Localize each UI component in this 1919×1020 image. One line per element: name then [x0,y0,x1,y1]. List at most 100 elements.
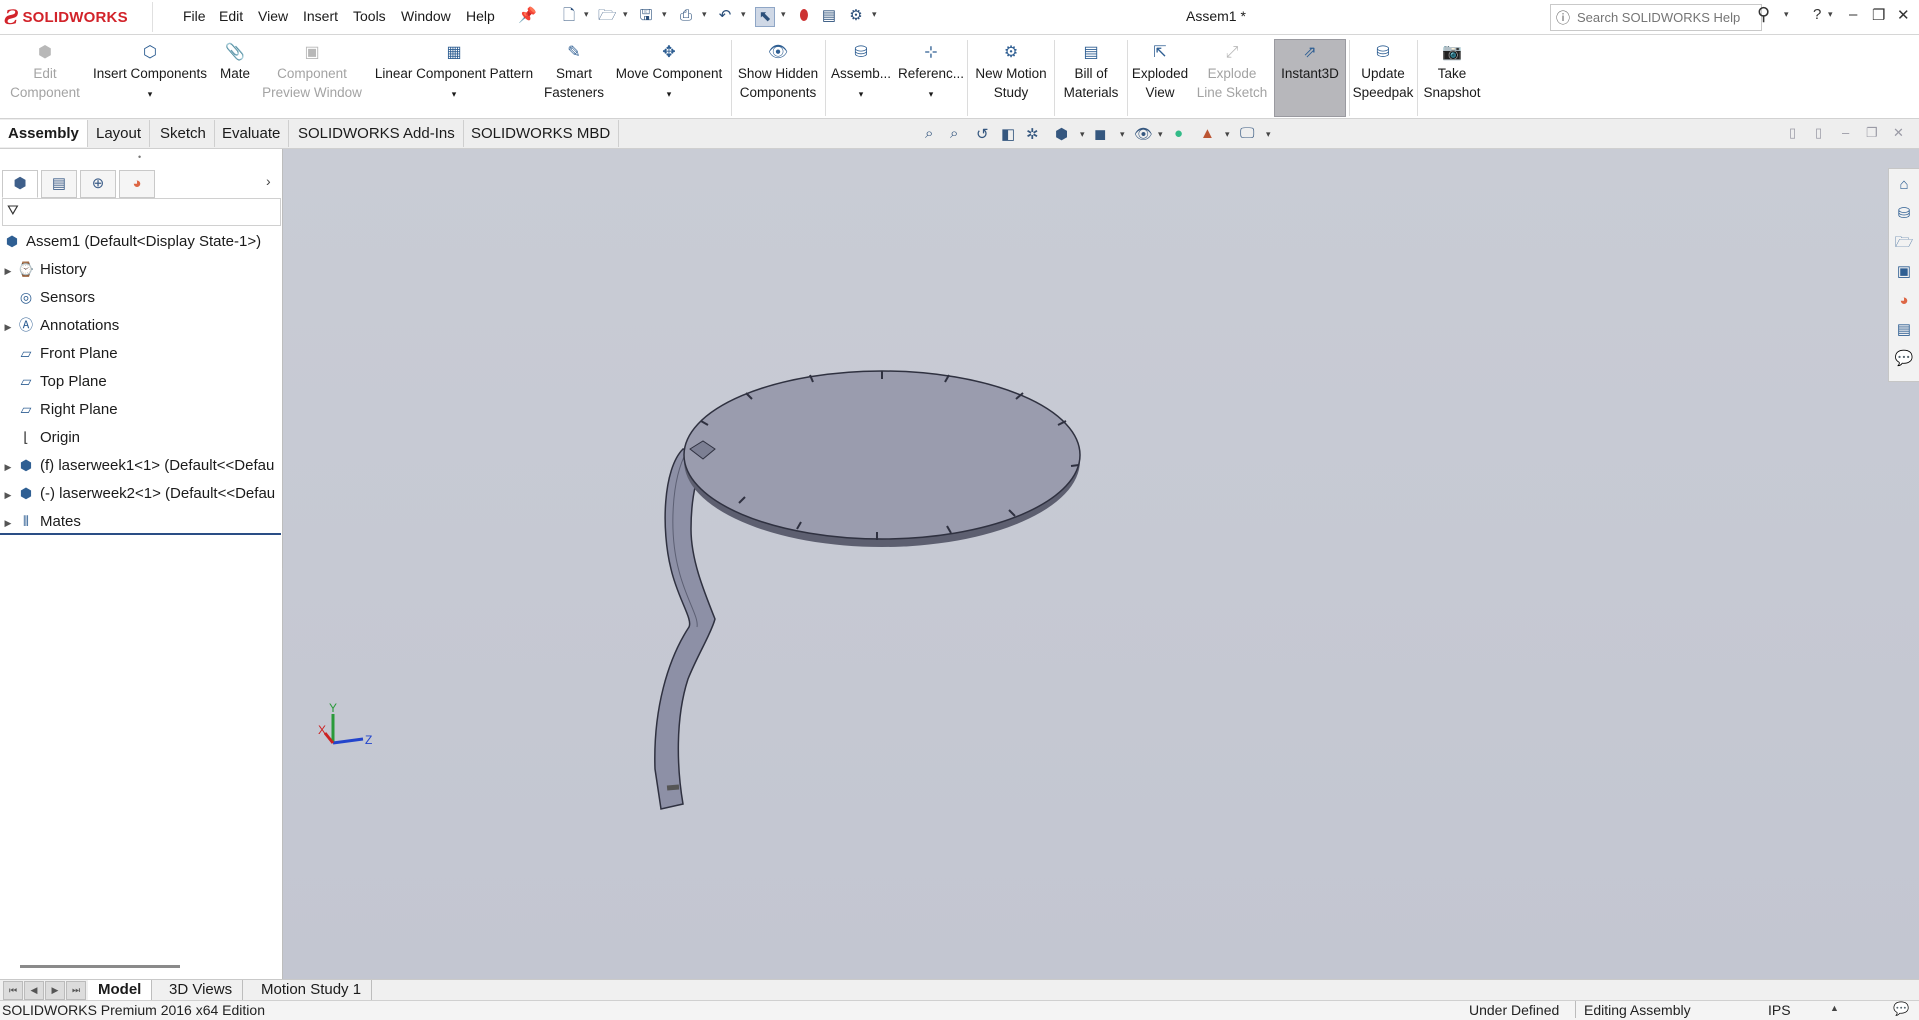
minimize-button[interactable]: – [1849,6,1857,23]
tree-item-mates[interactable]: ▶ ⫴ Mates [0,508,281,534]
linear-pattern-button[interactable]: ▦ Linear Component Pattern ▾ [368,38,540,116]
move-component-dropdown-arrow[interactable]: ▾ [610,89,728,99]
apply-scene-dropdown-arrow[interactable]: ▾ [1225,129,1230,140]
prev-tab-arrow-icon[interactable]: ◀ [24,981,44,1000]
restore-button[interactable]: ❐ [1872,6,1885,24]
tree-item-history[interactable]: ▶ ⌚ History [0,256,281,282]
display-style-icon[interactable]: ◼ [1094,125,1106,143]
menu-window[interactable]: Window [401,8,451,24]
units-up-arrow-icon[interactable]: ▲ [1830,1003,1839,1013]
rebuild-icon[interactable]: ⬮ [795,7,813,25]
custom-properties-icon[interactable]: ▤ [1891,317,1917,343]
new-dropdown-arrow[interactable]: ▾ [584,9,589,20]
assembly-features-button[interactable]: ⛁ Assemb... ▾ [828,38,894,116]
pin-icon[interactable]: 📌 [518,7,537,25]
tree-item-laserweek2[interactable]: ▶ ⬢ (-) laserweek2<1> (Default<<Defau [0,480,281,506]
solidworks-logo[interactable]: Ƨ SOLIDWORKS [4,2,153,32]
update-speedpak-button[interactable]: ⛁ Update Speedpak [1352,38,1414,116]
forum-icon[interactable]: 💬 [1891,346,1917,372]
zoom-to-fit-icon[interactable]: ⌕ [925,125,933,142]
menu-help[interactable]: Help [466,8,495,24]
viewport-restore-button[interactable]: ❐ [1866,125,1878,141]
move-component-button[interactable]: ✥ Move Component ▾ [610,38,728,116]
component-preview-button[interactable]: ▣ Component Preview Window [258,38,366,116]
tab-layout[interactable]: Layout [88,120,151,147]
explode-line-sketch-button[interactable]: ⤢ Explode Line Sketch [1192,38,1272,116]
design-library-icon[interactable]: ⛁ [1891,201,1917,227]
propertymanager-tab-icon[interactable]: ▤ [41,170,77,198]
tab-3d-views[interactable]: 3D Views [159,980,244,1000]
horizontal-scrollbar[interactable] [20,965,180,968]
view-palette-icon[interactable]: ▣ [1891,259,1917,285]
first-tab-arrow-icon[interactable]: ⏮ [3,981,23,1000]
mate-button[interactable]: 📎 Mate [214,38,256,116]
tab-solidworks-mbd[interactable]: SOLIDWORKS MBD [463,120,620,147]
tree-item-right-plane[interactable]: ▱ Right Plane [0,396,281,422]
display-style-dropdown-arrow[interactable]: ▾ [1120,129,1125,140]
dynamic-annotation-icon[interactable]: ✲ [1026,125,1039,143]
tree-item-sensors[interactable]: ◎ Sensors [0,284,281,310]
help-dropdown-arrow[interactable]: ▾ [1828,9,1833,20]
tree-root[interactable]: ⬢ Assem1 (Default<Display State-1>) [0,228,281,254]
expand-arrow-icon[interactable]: ▶ [0,510,16,534]
quick-tips-icon[interactable]: 💬 [1893,1001,1909,1017]
graphics-area[interactable]: Y Z X [283,149,1919,979]
view-settings-dropdown-arrow[interactable]: ▾ [1266,129,1271,140]
tab-solidworks-addins[interactable]: SOLIDWORKS Add-Ins [290,120,464,147]
previous-view-icon[interactable]: ↺ [976,125,989,143]
filter-icon[interactable]: ⛛ [7,202,19,219]
save-icon[interactable]: 🖫 [637,7,655,25]
rollback-bar[interactable] [0,533,281,535]
take-snapshot-button[interactable]: 📷 Take Snapshot [1420,38,1484,116]
insert-components-button[interactable]: ⬡ Insert Components ▾ [88,38,212,116]
options-dropdown-arrow[interactable]: ▾ [872,9,877,20]
save-dropdown-arrow[interactable]: ▾ [662,9,667,20]
new-document-icon[interactable]: 🗋 [560,7,578,25]
menu-file[interactable]: File [183,8,206,24]
tree-filter[interactable]: ⛛ [2,198,281,226]
expand-arrow-icon[interactable]: ▶ [0,482,16,506]
print-icon[interactable]: ⎙ [677,7,695,25]
tree-item-laserweek1[interactable]: ▶ ⬢ (f) laserweek1<1> (Default<<Defau [0,452,281,478]
viewport-close-button[interactable]: ✕ [1893,125,1904,141]
open-folder-icon[interactable]: 🗁 [598,7,617,25]
edit-appearance-icon[interactable]: ● [1174,125,1183,142]
tree-item-annotations[interactable]: ▶ Ⓐ Annotations [0,312,281,338]
view-orientation-icon[interactable]: ⬢ [1055,125,1068,143]
exploded-view-button[interactable]: ⇱ Exploded View [1130,38,1190,116]
view-orientation-dropdown-arrow[interactable]: ▾ [1080,129,1085,140]
solidworks-resources-home-icon[interactable]: ⌂ [1891,172,1917,198]
tree-item-top-plane[interactable]: ▱ Top Plane [0,368,281,394]
expand-arrow-icon[interactable]: ▶ [0,314,16,338]
tab-assembly[interactable]: Assembly [0,120,88,147]
menu-insert[interactable]: Insert [303,8,338,24]
undo-dropdown-arrow[interactable]: ▾ [741,9,746,20]
open-dropdown-arrow[interactable]: ▾ [623,9,628,20]
tab-model[interactable]: Model [88,980,153,1000]
panel-expand-chevron-icon[interactable]: › [266,173,271,189]
view-settings-icon[interactable]: 🖵 [1240,125,1254,142]
reference-geometry-button[interactable]: ⊹ Referenc... ▾ [896,38,966,116]
search-input[interactable] [1575,9,1754,26]
file-explorer-icon[interactable]: 🗁 [1891,230,1917,256]
print-dropdown-arrow[interactable]: ▾ [702,9,707,20]
status-units[interactable]: IPS [1768,1002,1791,1018]
tree-item-origin[interactable]: ⌊ Origin [0,424,281,450]
viewport-minimize-button[interactable]: – [1842,125,1849,140]
tab-sketch[interactable]: Sketch [152,120,215,147]
help-icon[interactable]: ? [1813,6,1821,23]
search-box[interactable]: ⓘ [1550,4,1762,31]
panel-grip-handle[interactable]: • [138,152,141,162]
apply-scene-icon[interactable]: ▲ [1200,125,1215,142]
menu-tools[interactable]: Tools [353,8,386,24]
hide-show-dropdown-arrow[interactable]: ▾ [1158,129,1163,140]
viewport-tile-icon[interactable]: ▯ [1789,125,1796,141]
select-dropdown-arrow[interactable]: ▾ [781,9,786,20]
new-motion-study-button[interactable]: ⚙ New Motion Study [970,38,1052,116]
assembly-features-dropdown-arrow[interactable]: ▾ [828,89,894,99]
tree-item-front-plane[interactable]: ▱ Front Plane [0,340,281,366]
expand-arrow-icon[interactable]: ▶ [0,454,16,478]
linear-pattern-dropdown-arrow[interactable]: ▾ [368,89,540,99]
last-tab-arrow-icon[interactable]: ⏭ [66,981,86,1000]
next-tab-arrow-icon[interactable]: ▶ [45,981,65,1000]
